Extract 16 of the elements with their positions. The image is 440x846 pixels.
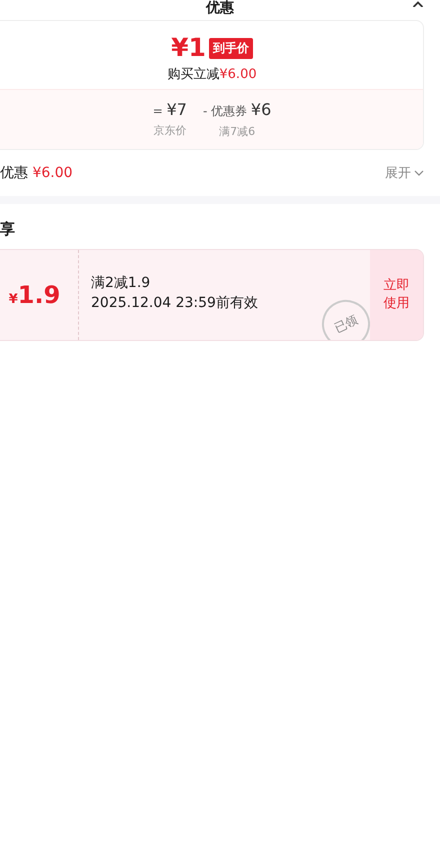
breakdown-caption: 满7减6 [219, 124, 256, 139]
coupon-validity: 2025.12.04 23:59前有效 [91, 294, 259, 312]
expand-toggle[interactable]: 展开 [385, 164, 424, 182]
saving-text: 购买立减¥6.00 [167, 66, 257, 83]
use-now-button[interactable]: 立即使用 [370, 250, 423, 340]
price-tag: 到手价 [208, 38, 253, 58]
sheet-title: 优惠 [206, 0, 234, 17]
breakdown-caption: 京东价 [153, 123, 186, 138]
total-discount: 优惠 ¥6.00 [0, 164, 73, 182]
breakdown-value: = ¥7 [152, 100, 187, 119]
chevron-down-icon [414, 170, 424, 176]
final-price: ¥1 [171, 33, 206, 63]
coupon-rule: 满2减1.9 [91, 274, 152, 292]
coupon-amount: ¥1.9 [8, 281, 60, 309]
breakdown-value: - 优惠券 ¥6 [202, 100, 272, 120]
section-title: 享 [0, 219, 16, 240]
